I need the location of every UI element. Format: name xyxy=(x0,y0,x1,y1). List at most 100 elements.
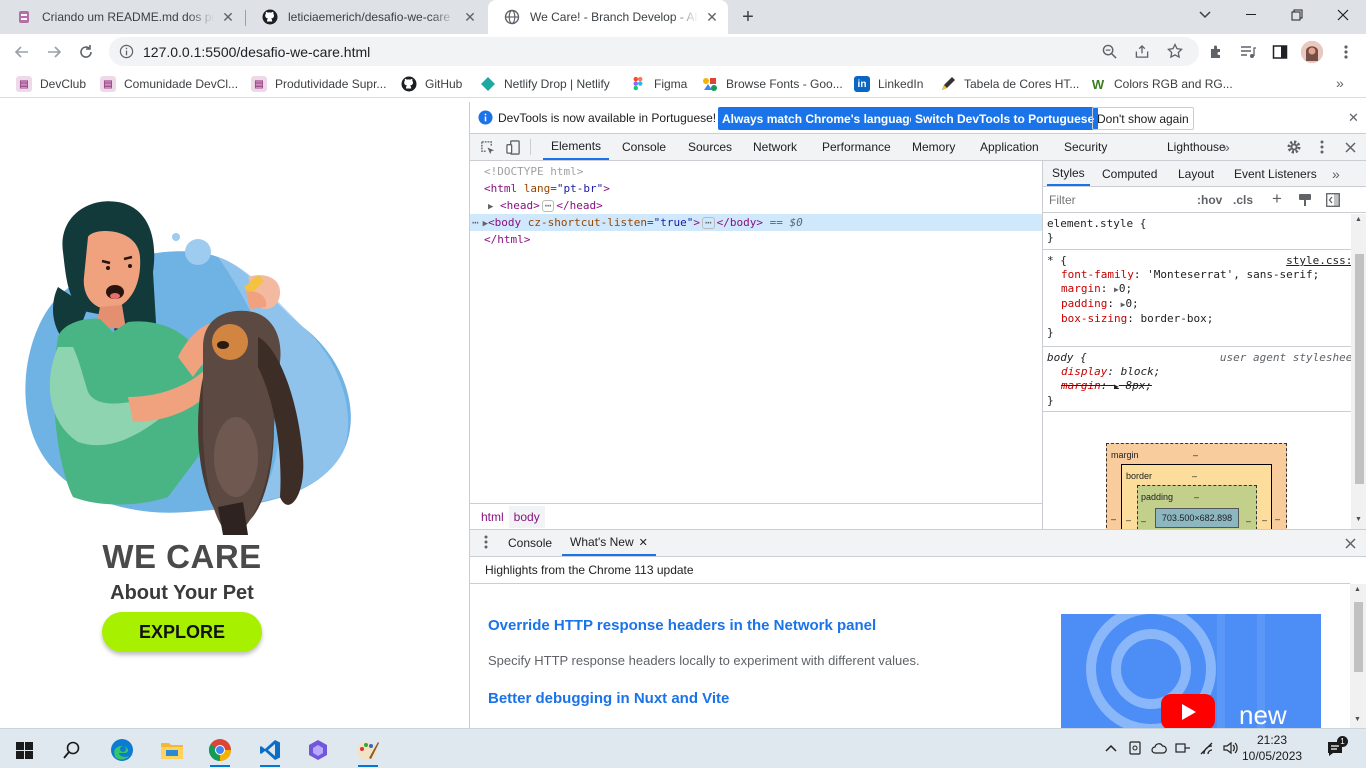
box-content-size[interactable]: 703.500×682.898 xyxy=(1155,508,1239,528)
rule-selector[interactable]: * { xyxy=(1047,254,1067,267)
browser-tab[interactable]: leticiaemerich/desafio-we-care ✕ xyxy=(246,0,486,34)
collapsed-ellipsis[interactable]: ⋯ xyxy=(702,217,715,229)
style-declaration[interactable]: display: block; xyxy=(1047,365,1349,379)
style-declaration[interactable]: margin: ▶0; xyxy=(1047,282,1349,297)
drawer-tab-whats-new[interactable]: What's New ✕ xyxy=(562,530,656,556)
tab-application[interactable]: Application xyxy=(972,134,1047,160)
zoom-icon[interactable] xyxy=(1102,44,1117,62)
wifi-icon[interactable] xyxy=(1198,739,1216,757)
url-text[interactable]: 127.0.0.1:5500/desafio-we-care.html xyxy=(143,44,370,60)
class-toggle[interactable]: .cls xyxy=(1233,193,1253,207)
styles-filter-input[interactable] xyxy=(1045,190,1191,210)
bookmark-star-icon[interactable] xyxy=(1166,42,1184,62)
drawer-menu-icon[interactable] xyxy=(484,535,488,552)
whats-new-item-title[interactable]: Override HTTP response headers in the Ne… xyxy=(488,617,876,634)
bookmark-linkedin[interactable]: in LinkedIn xyxy=(854,74,923,94)
more-bookmarks-button[interactable]: » xyxy=(1336,75,1344,91)
tab-console[interactable]: Console xyxy=(614,134,674,160)
new-tab-button[interactable]: + xyxy=(736,6,760,30)
extensions-icon[interactable] xyxy=(1202,38,1230,66)
close-tab-icon[interactable]: ✕ xyxy=(639,536,648,549)
tab-layout[interactable]: Layout xyxy=(1173,161,1219,186)
share-icon[interactable] xyxy=(1134,44,1150,62)
cloud-icon[interactable] xyxy=(1150,739,1168,757)
system-clock[interactable]: 21:23 10/05/2023 xyxy=(1242,732,1302,764)
address-bar[interactable]: 127.0.0.1:5500/desafio-we-care.html xyxy=(109,37,1199,66)
close-tab-icon[interactable]: ✕ xyxy=(220,9,236,25)
tab-memory[interactable]: Memory xyxy=(904,134,963,160)
bookmark-google-fonts[interactable]: Browse Fonts - Goo... xyxy=(702,74,843,94)
rule-selector[interactable]: element.style { xyxy=(1047,217,1349,231)
box-padding-left-value[interactable]: – xyxy=(1141,516,1146,526)
close-devtools-icon[interactable] xyxy=(1339,136,1361,158)
tray-device-icon[interactable] xyxy=(1126,739,1144,757)
menu-kebab-icon[interactable] xyxy=(1332,38,1360,66)
close-tab-icon[interactable]: ✕ xyxy=(462,9,478,25)
close-tab-icon[interactable]: ✕ xyxy=(704,9,720,25)
scrollbar-thumb[interactable] xyxy=(1354,602,1363,672)
whats-new-item-title[interactable]: Better debugging in Nuxt and Vite xyxy=(488,690,729,707)
media-icon[interactable] xyxy=(1234,38,1262,66)
file-explorer-icon[interactable] xyxy=(152,733,192,767)
box-border-value[interactable]: – xyxy=(1192,471,1197,481)
info-icon[interactable] xyxy=(119,44,134,62)
bookmark-produtividade[interactable]: ▤ Produtividade Supr... xyxy=(251,74,386,94)
gear-icon[interactable] xyxy=(1283,136,1305,158)
tab-computed[interactable]: Computed xyxy=(1097,161,1162,186)
inspect-element-icon[interactable] xyxy=(476,136,498,158)
bookmark-figma[interactable]: Figma xyxy=(630,74,687,94)
rule-source-link[interactable]: style.css:1 xyxy=(1286,254,1359,268)
dom-html-close[interactable]: </html> xyxy=(470,231,1042,248)
dom-head-node[interactable]: ▶ <head> ⋯ </head> xyxy=(470,197,1042,214)
forward-icon[interactable] xyxy=(40,38,68,66)
scrollbar-thumb[interactable] xyxy=(1355,254,1364,484)
reload-icon[interactable] xyxy=(72,38,100,66)
bookmark-github[interactable]: GitHub xyxy=(401,74,462,94)
tab-performance[interactable]: Performance xyxy=(814,134,899,160)
breadcrumb-body[interactable]: body xyxy=(508,505,545,528)
tab-event-listeners[interactable]: Event Listeners xyxy=(1229,161,1322,186)
box-border-left-value[interactable]: – xyxy=(1126,515,1131,525)
tab-sources[interactable]: Sources xyxy=(680,134,740,160)
close-drawer-icon[interactable] xyxy=(1339,532,1361,554)
bookmark-comunidade[interactable]: ▤ Comunidade DevCl... xyxy=(100,74,238,94)
close-infobar-icon[interactable]: ✕ xyxy=(1348,110,1359,126)
bookmark-tabela-cores[interactable]: Tabela de Cores HT... xyxy=(940,74,1079,94)
edge-icon[interactable] xyxy=(102,733,142,767)
bookmark-devclub[interactable]: ▤ DevClub xyxy=(16,74,86,94)
tab-elements[interactable]: Elements xyxy=(543,134,610,160)
network-cable-icon[interactable] xyxy=(1174,739,1192,757)
notifications-icon[interactable]: 1 xyxy=(1324,736,1348,760)
drawer-scrollbar[interactable]: ▲ ▼ xyxy=(1350,584,1366,729)
tray-overflow-icon[interactable] xyxy=(1102,739,1120,757)
devtools-menu-icon[interactable] xyxy=(1311,136,1333,158)
search-icon[interactable] xyxy=(52,733,92,767)
style-declaration[interactable]: box-sizing: border-box; xyxy=(1047,312,1349,326)
tab-network[interactable]: Network xyxy=(745,134,805,160)
new-rule-icon[interactable]: + xyxy=(1272,189,1282,209)
dom-body-node-selected[interactable]: ⋯ ▶<body cz-shortcut-listen="true"> ⋯ </bod… xyxy=(470,214,1042,231)
more-tabs-button[interactable]: » xyxy=(1214,134,1238,160)
vscode-icon[interactable] xyxy=(250,733,290,767)
drawer-tab-console[interactable]: Console xyxy=(500,530,560,556)
collapsed-ellipsis[interactable]: ⋯ xyxy=(541,200,555,212)
box-margin-right-value[interactable]: – xyxy=(1275,514,1280,524)
box-border-right-value[interactable]: – xyxy=(1262,515,1267,525)
chrome-icon[interactable] xyxy=(200,733,240,767)
browser-tab-active[interactable]: We Care! - Branch Develop - Aba ✕ xyxy=(488,0,728,34)
style-declaration[interactable]: font-family: 'Monteserrat', sans-serif; xyxy=(1047,268,1349,282)
bookmark-netlify[interactable]: Netlify Drop | Netlify xyxy=(480,74,610,94)
tab-styles[interactable]: Styles xyxy=(1047,161,1090,186)
avatar[interactable] xyxy=(1301,41,1323,63)
back-icon[interactable] xyxy=(8,38,36,66)
dont-show-again-button[interactable]: Don't show again xyxy=(1092,107,1194,130)
tab-search-icon[interactable] xyxy=(1182,0,1228,30)
dom-doctype[interactable]: <!DOCTYPE html> xyxy=(470,163,1042,180)
minimize-button[interactable] xyxy=(1228,0,1274,30)
box-padding-value[interactable]: – xyxy=(1194,492,1199,502)
hover-state-toggle[interactable]: :hov xyxy=(1197,193,1222,207)
box-padding-right-value[interactable]: – xyxy=(1246,516,1251,526)
rule-selector[interactable]: body { xyxy=(1047,351,1087,364)
switch-to-portuguese-button[interactable]: Switch DevTools to Portuguese xyxy=(911,107,1099,130)
box-margin-value[interactable]: – xyxy=(1193,450,1198,460)
